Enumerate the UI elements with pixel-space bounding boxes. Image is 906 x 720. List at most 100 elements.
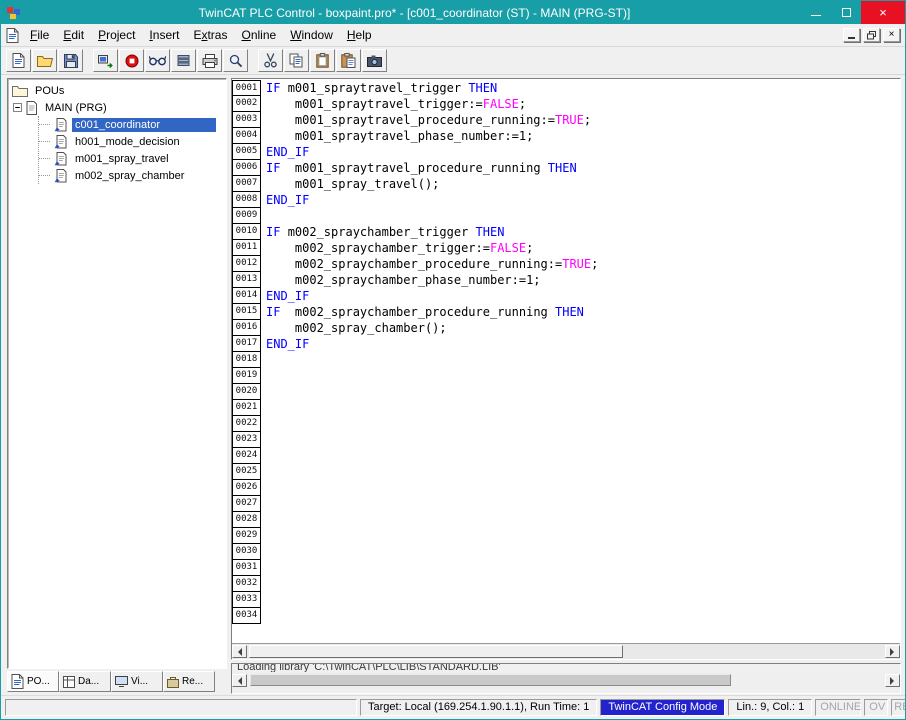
menu-window[interactable]: Window (283, 25, 340, 45)
page-icon (12, 53, 25, 68)
line-number: 0002 (232, 96, 261, 112)
menu-edit[interactable]: Edit (56, 25, 91, 45)
line-number: 0010 (232, 224, 261, 240)
camera-icon (367, 55, 382, 67)
tree-connector (39, 175, 50, 176)
tree-item-h001_mode_decision[interactable]: h001_mode_decision (39, 133, 226, 150)
menubar: File Edit Project Insert Extras Online Window H… (1, 24, 905, 47)
code-line: 0027 (232, 496, 900, 512)
stop-button[interactable] (119, 49, 144, 72)
status-flag-read: READ (891, 699, 905, 716)
tree-item-label: m002_spray_chamber (75, 169, 185, 182)
pou-tree[interactable]: POUs MAIN (PRG) c001_coordinator h001_mod… (7, 78, 227, 669)
code-text: m001_spraytravel_trigger:=FALSE; (266, 97, 527, 111)
scroll-right-button[interactable] (885, 645, 900, 658)
code-text: IF m001_spraytravel_trigger THEN (266, 81, 498, 95)
scroll-left-button[interactable] (232, 645, 247, 658)
collapse-icon[interactable] (13, 103, 22, 112)
find-button[interactable] (223, 49, 248, 72)
tree-item-m001_spray_travel[interactable]: m001_spray_travel (39, 150, 226, 167)
tab-data-types[interactable]: Da... (59, 671, 111, 692)
code-line: 0016 m002_spray_chamber(); (232, 320, 900, 336)
tree-item-c001_coordinator[interactable]: c001_coordinator (39, 116, 226, 133)
editor-scrollbar-thumb[interactable] (249, 645, 624, 658)
code-text: m001_spray_travel(); (266, 177, 440, 191)
close-button[interactable]: × (861, 1, 905, 24)
app-icon (6, 5, 22, 21)
line-number: 0017 (232, 336, 261, 352)
titlebar: TwinCAT PLC Control - boxpaint.pro* - [c… (1, 1, 905, 24)
line-number: 0014 (232, 288, 261, 304)
code-line: 0006 IF m001_spraytravel_procedure_runnin… (232, 160, 900, 176)
main-area: POUs MAIN (PRG) c001_coordinator h001_mod… (1, 75, 905, 696)
paste-button[interactable] (310, 49, 335, 72)
copy-button[interactable] (284, 49, 309, 72)
code-line: 0007 m001_spray_travel(); (232, 176, 900, 192)
tree-item-main[interactable]: MAIN (PRG) (12, 99, 226, 116)
open-file-button[interactable] (32, 49, 57, 72)
paste-special-button[interactable] (336, 49, 361, 72)
line-number: 0007 (232, 176, 261, 192)
line-number: 0031 (232, 560, 261, 576)
stop-icon (125, 54, 139, 68)
tab-pous[interactable]: PO... (7, 671, 59, 692)
line-number: 0018 (232, 352, 261, 368)
login-button[interactable] (93, 49, 118, 72)
code-line: 0014 END_IF (232, 288, 900, 304)
tab-resources[interactable]: Re... (163, 671, 215, 692)
mdi-close-button[interactable]: × (883, 28, 900, 42)
save-button[interactable] (58, 49, 83, 72)
message-scroll-right-button[interactable] (885, 674, 900, 687)
code-text: m002_spraychamber_phase_number:=1; (266, 273, 541, 287)
line-number: 0005 (232, 144, 261, 160)
cut-button[interactable] (258, 49, 283, 72)
menu-extras[interactable]: Extras (186, 25, 234, 45)
tree-item-m002_spray_chamber[interactable]: m002_spray_chamber (39, 167, 226, 184)
code-line: 0009 (232, 208, 900, 224)
editor-horizontal-scrollbar[interactable] (232, 643, 900, 659)
code-line: 0023 (232, 432, 900, 448)
st-editor[interactable]: 0001 IF m001_spraytravel_trigger THEN 0002… (231, 78, 901, 660)
tab-visualizations[interactable]: Vi... (111, 671, 163, 692)
menu-file[interactable]: File (23, 25, 56, 45)
code-line: 0024 (232, 448, 900, 464)
tree-connector (39, 141, 50, 142)
line-number: 0006 (232, 160, 261, 176)
menu-help[interactable]: Help (340, 25, 379, 45)
right-arrow-icon (890, 676, 898, 685)
message-horizontal-scrollbar[interactable] (232, 672, 900, 693)
code-text: m002_spraychamber_procedure_running:=TRU… (266, 257, 599, 271)
code-area[interactable]: 0001 IF m001_spraytravel_trigger THEN 0002… (232, 79, 900, 643)
monitoring-button[interactable] (145, 49, 170, 72)
snapshot-button[interactable] (362, 49, 387, 72)
menu-insert[interactable]: Insert (142, 25, 186, 45)
minimize-button[interactable] (801, 1, 831, 24)
mdi-restore-icon (867, 30, 876, 39)
pou-icon (54, 117, 68, 132)
breakpoints-button[interactable] (171, 49, 196, 72)
code-line: 0022 (232, 416, 900, 432)
message-scroll-left-button[interactable] (232, 674, 247, 687)
message-scrollbar-thumb[interactable] (250, 674, 731, 686)
line-number: 0027 (232, 496, 261, 512)
menu-online[interactable]: Online (234, 25, 283, 45)
print-button[interactable] (197, 49, 222, 72)
folder-icon (12, 85, 28, 97)
mdi-restore-button[interactable] (863, 28, 880, 42)
line-number: 0008 (232, 192, 261, 208)
mdi-minimize-button[interactable] (843, 28, 860, 42)
tree-item-label: m001_spray_travel (75, 152, 169, 165)
document-icon (6, 27, 19, 43)
menu-project[interactable]: Project (91, 25, 142, 45)
tree-root-pous[interactable]: POUs (12, 82, 226, 99)
new-file-button[interactable] (6, 49, 31, 72)
maximize-button[interactable] (831, 1, 861, 24)
code-line: 0026 (232, 480, 900, 496)
